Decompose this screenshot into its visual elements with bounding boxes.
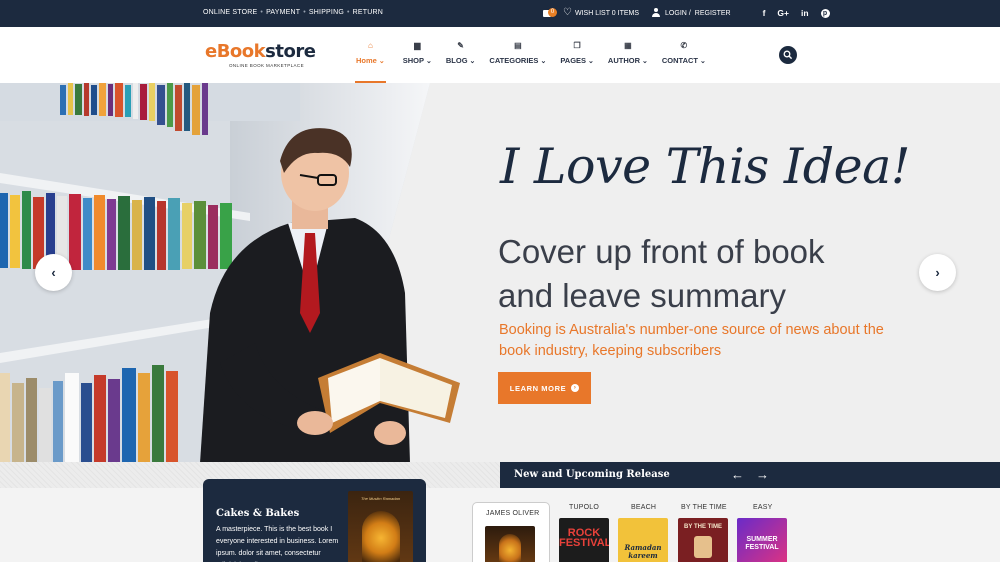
author-tab-james-oliver[interactable]: JAMES OLIVER [486,510,539,517]
nav-item-contact[interactable]: ✆ CONTACT ⌄ [657,41,711,65]
main-nav: eBookstore ONLINE BOOK MARKETPLACE ⌂ Hom… [0,27,1000,83]
copy-icon: ❐ [573,41,581,50]
logo-wordmark: eBookstore [205,41,316,63]
nav-label: BLOG [445,56,468,65]
login-link[interactable]: LOGIN [665,10,687,17]
nav-item-categories[interactable]: ▤ CATEGORIES ⌄ [484,41,551,65]
nav-label: PAGES [560,56,587,65]
slash-separator: / [688,9,691,17]
wishlist-link[interactable]: WISH LIST 0 ITEMS [575,10,639,17]
book-cover-ramadan[interactable]: Ramadan kareem [618,518,668,562]
home-icon: ⌂ [367,41,373,50]
new-release-title: New and Upcoming Release [514,469,670,480]
author-tab-by-the-time[interactable]: BY THE TIME [681,504,727,511]
chevron-down-icon: ⌄ [469,58,476,65]
book-cover-summer-festival[interactable]: SUMMER FESTIVAL [737,518,787,562]
book-label-rock-festival: ROCK FESTIVAL [559,527,609,549]
release-next-arrow[interactable]: → [756,467,769,482]
nav-item-shop[interactable]: ▆ SHOP ⌄ [398,41,437,65]
nav-label: Home [356,56,377,65]
author-tab-tupolo[interactable]: TUPOLO [569,504,599,511]
logo[interactable]: eBookstore ONLINE BOOK MARKETPLACE [205,41,316,71]
book-label-by-the-time: BY THE TIME [684,524,722,530]
top-link-shipping[interactable]: SHIPPING [309,9,344,16]
author-tab-beach[interactable]: BEACH [631,504,656,511]
nav-label: CONTACT [661,56,698,65]
top-link-online-store[interactable]: ONLINE STORE [203,9,257,16]
top-link-return[interactable]: RETURN [353,9,383,16]
logo-word-end: store [265,41,316,62]
book-icon: ▤ [514,41,522,50]
cover-title: The Muslim Ramadan [360,496,401,501]
lantern-arch-illustration [362,511,400,562]
google-plus-icon[interactable]: G+ [777,8,789,18]
nav-label: AUTHOR [607,56,640,65]
chevron-down-icon: ⌄ [699,58,706,65]
phone-icon: ✆ [680,41,688,50]
lantern-illustration [499,534,521,562]
nav-label: CATEGORIES [489,56,539,65]
chevron-down-icon: ⌄ [540,58,547,65]
top-right: 0 ♡ WISH LIST 0 ITEMS LOGIN / REGISTER f… [543,7,830,19]
featured-book-card[interactable]: Cakes & Bakes A masterpiece. This is the… [203,479,426,562]
nav-menu: ⌂ Home ⌄ ▆ SHOP ⌄ ✎ BLOG ⌄ ▤ CATEGORIES ⌄ ❐ … [351,41,711,83]
hero-subtitle-line-2: and leave summary [498,277,786,314]
logo-tagline: ONLINE BOOK MARKETPLACE [229,63,304,68]
featured-book-title: Cakes & Bakes [216,508,300,519]
top-links: ONLINE STORE • PAYMENT • SHIPPING • RETU… [203,9,383,16]
book-label-ramadan: Ramadan kareem [624,543,662,560]
separator: • [346,9,350,16]
social-links: f G+ in p [763,8,830,18]
nav-item-home[interactable]: ⌂ Home ⌄ [351,41,390,83]
heart-icon: ♡ [563,7,572,18]
featured-book-text: A masterpiece. This is the best book I e… [216,526,339,557]
user-icon [652,8,661,18]
book-cover-rock-festival[interactable]: ROCK FESTIVAL [559,518,609,562]
nav-label: SHOP [402,56,424,65]
nav-item-author[interactable]: ▦ AUTHOR ⌄ [603,41,653,65]
hero-slider: I Love This Idea! Cover up front of book… [0,83,1000,462]
book-label-summer-festival: SUMMER FESTIVAL [745,536,779,551]
new-release-bar: New and Upcoming Release ← → [500,462,1000,488]
featured-book-cover: The Muslim Ramadan [348,491,413,562]
pinterest-icon[interactable]: p [820,8,830,18]
hero-subtitle-line-1: Cover up front of book [498,233,825,270]
facebook-icon[interactable]: f [763,8,766,18]
search-button[interactable] [779,46,797,64]
author-tab-easy[interactable]: EASY [753,504,772,511]
cart-icon[interactable]: 0 [543,8,557,18]
arrow-right-icon: › [571,384,580,392]
top-link-payment[interactable]: PAYMENT [266,9,300,16]
chevron-down-icon: ⌄ [642,58,648,65]
hero-title: I Love This Idea! [500,138,911,195]
hero-description: Booking is Australia's number-one source… [499,322,884,359]
learn-more-button[interactable]: LEARN MORE › [498,372,591,404]
register-link[interactable]: REGISTER [695,10,731,17]
separator: • [260,9,264,16]
cart-count-badge: 0 [548,8,557,17]
chevron-down-icon: ⌄ [425,58,432,65]
chevron-down-icon: ⌄ [378,58,385,65]
logo-word-start: eBook [205,41,266,62]
nav-item-blog[interactable]: ✎ BLOG ⌄ [441,41,481,65]
release-prev-arrow[interactable]: ← [731,467,744,482]
document-icon: ▦ [624,41,632,50]
bag-icon: ▆ [414,41,421,50]
pencil-icon: ✎ [457,41,464,50]
slider-next-button[interactable]: › [919,254,956,291]
search-icon [783,50,793,60]
hero-subtitle: Cover up front of book and leave summary [498,230,898,318]
man-reading-image [200,128,460,462]
linkedin-icon[interactable]: in [801,8,809,18]
nav-item-pages[interactable]: ❐ PAGES ⌄ [555,41,599,65]
separator: • [303,9,306,16]
learn-more-label: LEARN MORE [509,383,567,393]
slider-prev-button[interactable]: ‹ [35,254,72,291]
book-cover-by-the-time[interactable]: BY THE TIME [678,518,728,562]
chevron-down-icon: ⌄ [588,58,594,65]
book-cover-james-oliver[interactable] [485,526,535,562]
cup-illustration [694,536,712,558]
top-bar: ONLINE STORE • PAYMENT • SHIPPING • RETU… [0,0,1000,27]
